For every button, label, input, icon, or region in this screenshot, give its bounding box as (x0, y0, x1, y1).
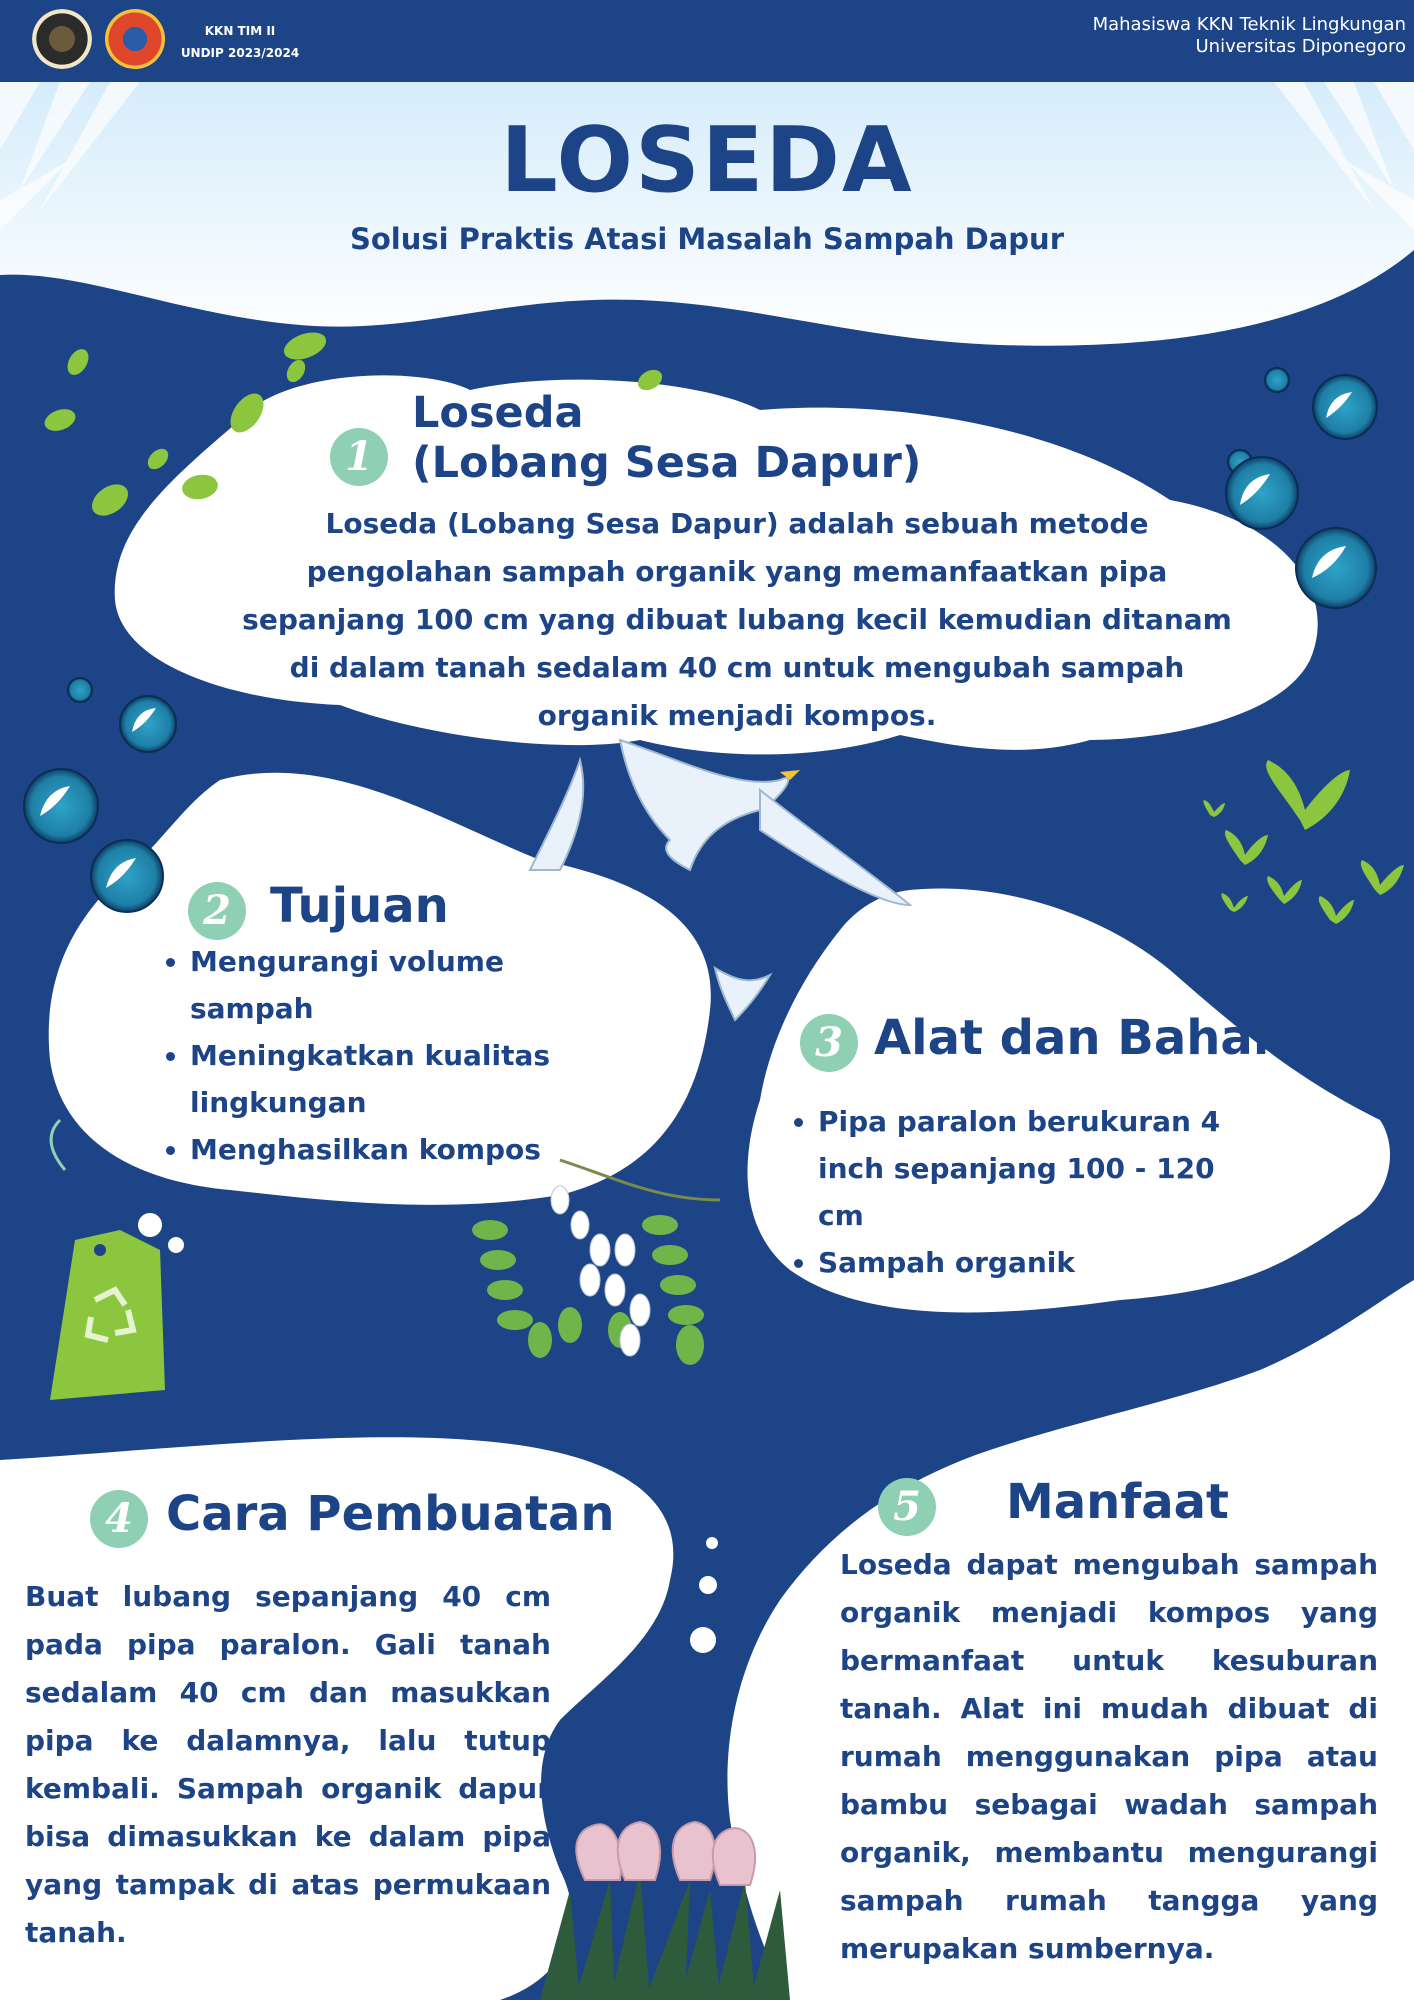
org-line-2: Universitas Diponegoro (1195, 36, 1406, 57)
butterfly-icon (1203, 760, 1404, 924)
section-3-heading: Alat dan Bahan (874, 1010, 1287, 1066)
list-item: Pipa paralon berukuran 4 inch sepanjang … (818, 1098, 1270, 1239)
list-item: Menghasilkan kompos (190, 1126, 582, 1173)
page-title: LOSEDA (500, 108, 914, 213)
list-item: Sampah organik (818, 1239, 1270, 1286)
section-5-number: 5 (878, 1478, 936, 1536)
section-2-number: 2 (188, 882, 246, 940)
page-subtitle: Solusi Praktis Atasi Masalah Sampah Dapu… (349, 222, 1065, 256)
section-5-body: Loseda dapat mengubah sampah organik men… (840, 1548, 1378, 1965)
section-3-list: Pipa paralon berukuran 4 inch sepanjang … (790, 1098, 1270, 1286)
list-item: Meningkatkan kualitas lingkungan (190, 1032, 582, 1126)
section-1-heading-line2: (Lobang Sesa Dapur) (412, 438, 922, 488)
section-2-heading: Tujuan (270, 878, 449, 934)
university-logo (32, 9, 92, 69)
org-line-1: Mahasiswa KKN Teknik Lingkungan (1092, 14, 1406, 35)
section-5-heading: Manfaat (1006, 1474, 1229, 1530)
section-4-heading: Cara Pembuatan (166, 1486, 615, 1542)
section-4-number: 4 (90, 1490, 148, 1548)
section-2-list: Mengurangi volume sampah Meningkatkan ku… (162, 938, 582, 1173)
section-1-number: 1 (330, 428, 388, 486)
section-1-heading: Loseda (Lobang Sesa Dapur) (412, 388, 921, 488)
section-1-body: Loseda (Lobang Sesa Dapur) adalah sebuah… (242, 507, 1232, 732)
section-1-heading-line1: Loseda (412, 388, 584, 438)
poster: KKN TIM II UNDIP 2023/2024 Mahasiswa KKN… (0, 0, 1414, 2000)
header-bar: KKN TIM II UNDIP 2023/2024 Mahasiswa KKN… (0, 0, 1414, 82)
kkn-team-label: KKN TIM II (204, 24, 276, 38)
section-4-body: Buat lubang sepanjang 40 cm pada pipa pa… (25, 1580, 551, 1949)
kkn-logo (105, 9, 165, 69)
list-item: Mengurangi volume sampah (190, 938, 582, 1032)
section-3-number: 3 (800, 1014, 858, 1072)
kkn-period-label: UNDIP 2023/2024 (180, 46, 300, 60)
